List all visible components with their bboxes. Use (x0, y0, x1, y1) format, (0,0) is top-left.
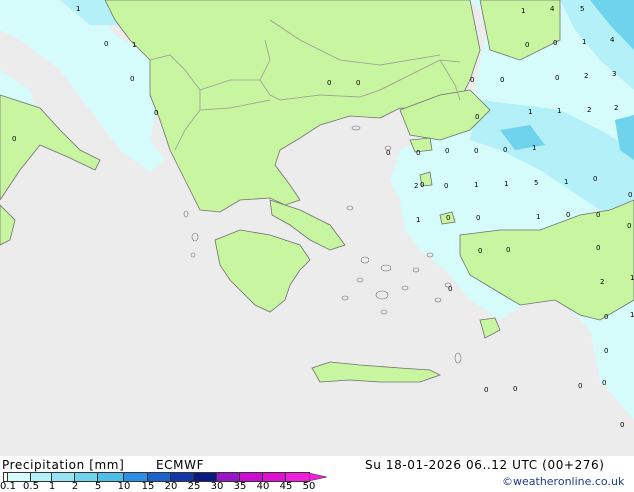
precip-value-label: 0 (506, 246, 510, 254)
precip-value-label: 0 (513, 385, 517, 393)
legend-tick-label: 2 (71, 481, 79, 492)
precip-value-label: 0 (578, 382, 582, 390)
precip-value-label: 0 (356, 79, 360, 87)
precip-value-label: 2 (414, 182, 418, 190)
precip-value-label: 0 (416, 149, 420, 157)
legend-tick-label: 5 (94, 481, 102, 492)
legend-tick-label: 40 (256, 481, 270, 492)
precip-value-label: 0 (555, 74, 559, 82)
legend-tick-label: 0.5 (23, 481, 39, 492)
precip-value-label: 1 (504, 180, 508, 188)
legend-swatch (74, 472, 99, 482)
precip-value-label: 0 (566, 211, 570, 219)
precip-value-label: 0 (386, 149, 390, 157)
legend-tick-label: 15 (141, 481, 155, 492)
precip-value-label: 2 (587, 106, 591, 114)
legend-tick-label: 25 (187, 481, 201, 492)
precip-value-label: 0 (553, 39, 557, 47)
precip-value-label: 1 (557, 107, 561, 115)
precip-value-label: 2 (600, 278, 604, 286)
legend-tick-label: 30 (210, 481, 224, 492)
precip-value-label: 5 (580, 5, 584, 13)
precip-value-label: 0 (602, 379, 606, 387)
precip-value-label: 0 (525, 41, 529, 49)
legend-swatch (7, 472, 32, 482)
precip-value-label: 0 (627, 222, 631, 230)
precip-value-label: 5 (534, 179, 538, 187)
precip-value-label: 0 (620, 421, 624, 429)
credit-link[interactable]: ©weatheronline.co.uk (502, 475, 624, 488)
legend-arrow-icon (309, 472, 328, 482)
precip-value-label: 0 (470, 76, 474, 84)
precip-value-label: 3 (612, 70, 616, 78)
legend-tick-label: 1 (48, 481, 56, 492)
precip-value-label: 0 (444, 182, 448, 190)
precip-value-label: 0 (604, 313, 608, 321)
legend-swatch (193, 472, 218, 482)
legend-swatch (97, 472, 125, 482)
precip-value-label: 1 (630, 274, 634, 282)
precip-value-label: 0 (475, 113, 479, 121)
precip-value-label: 0 (446, 214, 450, 222)
precip-value-label: 1 (474, 181, 478, 189)
precip-value-label: 0 (476, 214, 480, 222)
precip-value-label: 0 (420, 181, 424, 189)
legend-tick-label: 20 (164, 481, 178, 492)
model-name: ECMWF (156, 458, 205, 472)
precip-value-label: 0 (445, 147, 449, 155)
legend-swatch (147, 472, 172, 482)
precip-value-label: 4 (610, 36, 615, 44)
legend-swatch (239, 472, 264, 482)
precip-value-label: 0 (500, 76, 504, 84)
legend-swatch (262, 472, 287, 482)
precip-value-label: 2 (584, 72, 588, 80)
precip-value-label: 0 (154, 109, 158, 117)
map-title: Precipitation [mm] (2, 458, 125, 472)
precip-value-label: 0 (596, 244, 600, 252)
precip-value-label: 0 (484, 386, 488, 394)
precip-value-label: 0 (503, 146, 507, 154)
legend-swatch (123, 472, 149, 482)
forecast-datetime: Su 18-01-2026 06..12 UTC (00+276) (365, 458, 605, 472)
legend-tick-label: 50 (302, 481, 316, 492)
precip-value-label: 0 (104, 40, 108, 48)
precip-value-label: 2 (614, 104, 618, 112)
precip-value-label: 0 (474, 147, 478, 155)
precip-value-label: 1 (416, 216, 420, 224)
legend-tick-label: 45 (279, 481, 293, 492)
legend-swatch (170, 472, 195, 482)
precip-value-label: 0 (596, 211, 600, 219)
legend-swatch (30, 472, 53, 482)
precip-value-label: 0 (12, 135, 16, 143)
legend-swatch (216, 472, 241, 482)
precip-value-label: 0 (593, 175, 597, 183)
legend-swatch (285, 472, 310, 482)
precip-value-label: 1 (582, 38, 586, 46)
legend-tick-label: 35 (233, 481, 247, 492)
precip-value-label: 1 (564, 178, 568, 186)
precipitation-map: 10 100001 4 50 0 1 40 0 2 301 1 2 20 0 0 0 0 12 0 1 1 5 1 01 0 0 1… (0, 0, 634, 456)
precip-value-label: 0 (478, 247, 482, 255)
precip-value-label: 0 (327, 79, 331, 87)
precip-value-label: 4 (550, 5, 555, 13)
precip-value-label: 1 (536, 213, 540, 221)
legend-tick-label: 10 (117, 481, 131, 492)
precip-value-label: 0 (130, 75, 134, 83)
precip-value-label: 1 (521, 7, 525, 15)
precip-value-label: 1 (532, 144, 536, 152)
legend-tick-label: 0.1 (0, 481, 16, 492)
precip-value-label: 0 (448, 285, 452, 293)
precip-value-label: 1 (630, 311, 634, 319)
precip-value-label: 1 (76, 5, 80, 13)
precip-value-label: 0 (628, 191, 632, 199)
legend-swatch (51, 472, 76, 482)
precip-value-label: 1 (132, 41, 136, 49)
precip-value-label: 0 (604, 347, 608, 355)
precip-value-label: 1 (528, 108, 532, 116)
